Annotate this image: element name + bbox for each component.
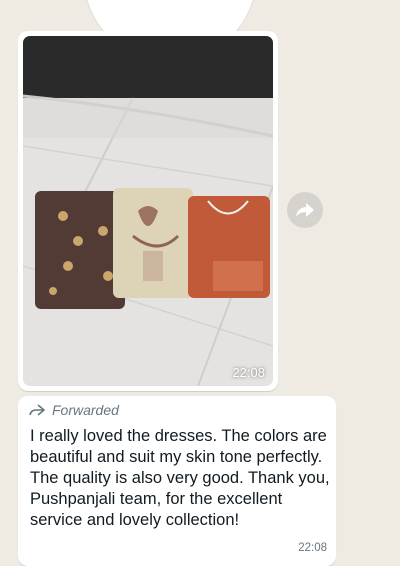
photo-illustration: [23, 36, 273, 386]
beige-dress-package: [113, 188, 193, 298]
image-timestamp: 22:08: [232, 365, 265, 380]
image-message-bubble[interactable]: 22:08: [18, 31, 278, 391]
brown-dress-package: [35, 191, 125, 309]
forward-button[interactable]: [287, 192, 323, 228]
text-timestamp: 22:08: [298, 542, 327, 554]
forwarded-label: Forwarded: [52, 402, 119, 418]
text-message-bubble[interactable]: Forwarded I really loved the dresses. Th…: [18, 396, 336, 566]
message-body: I really loved the dresses. The colors a…: [30, 427, 330, 529]
forward-icon: [296, 203, 314, 217]
orange-dress-package: [188, 196, 270, 298]
forwarded-indicator: Forwarded: [28, 400, 119, 420]
message-photo[interactable]: 22:08: [23, 36, 273, 386]
forward-arrow-icon: [29, 404, 46, 416]
